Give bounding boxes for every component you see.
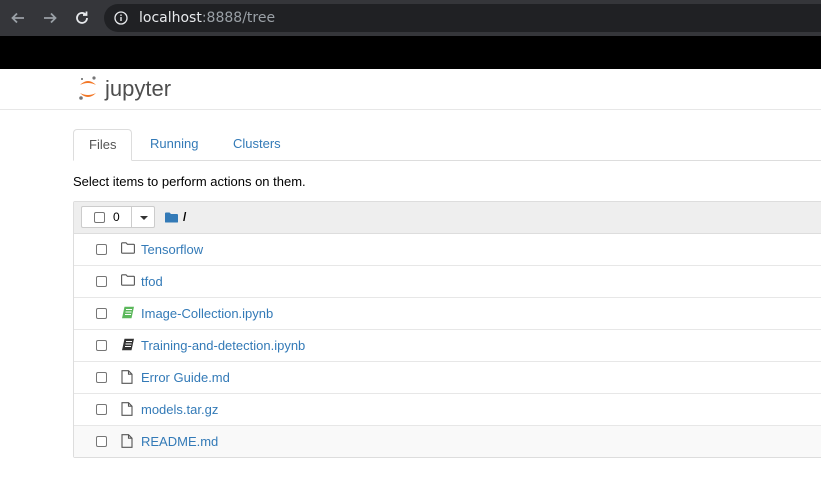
file-name-link[interactable]: Image-Collection.ipynb [141, 306, 273, 321]
file-icon [121, 370, 133, 387]
back-button[interactable] [8, 8, 28, 28]
row-checkbox[interactable] [96, 308, 107, 319]
list-item[interactable]: Training-and-detection.ipynb [74, 330, 821, 362]
url-path: :8888/tree [201, 10, 276, 26]
url-text: localhost:8888/tree [139, 10, 275, 26]
list-item[interactable]: tfod [74, 266, 821, 298]
jupyter-logo-icon [79, 76, 96, 100]
list-item[interactable]: README.md [74, 426, 821, 457]
list-item[interactable]: Error Guide.md [74, 362, 821, 394]
caret-down-icon[interactable] [140, 216, 148, 220]
row-checkbox[interactable] [96, 372, 107, 383]
reload-button[interactable] [72, 8, 92, 28]
file-name-link[interactable]: Training-and-detection.ipynb [141, 338, 305, 353]
folder-icon [121, 274, 135, 289]
row-checkbox[interactable] [96, 340, 107, 351]
tab-bar: Files Running Clusters [73, 129, 821, 161]
address-bar[interactable]: localhost:8888/tree [104, 4, 821, 32]
notebook-icon [121, 338, 135, 354]
file-icon [121, 434, 133, 451]
select-all-checkbox[interactable] [94, 212, 105, 223]
folder-icon [165, 212, 178, 222]
selected-count: 0 [113, 210, 120, 224]
list-item[interactable]: Image-Collection.ipynb [74, 298, 821, 330]
jupyter-logo-text: jupyter [104, 76, 171, 101]
breadcrumb-root[interactable]: / [183, 210, 186, 224]
forward-button[interactable] [40, 8, 60, 28]
file-name-link[interactable]: Error Guide.md [141, 370, 230, 385]
file-list-header: 0 / [74, 202, 821, 234]
jupyter-header: jupyter [0, 69, 821, 110]
file-name-link[interactable]: README.md [141, 434, 218, 449]
row-checkbox[interactable] [96, 404, 107, 415]
url-host: localhost [139, 10, 202, 26]
row-checkbox[interactable] [96, 244, 107, 255]
list-item[interactable]: Tensorflow [74, 234, 821, 266]
file-list: 0 / Tensorflow tfod Image-Collection.ipy… [73, 201, 821, 458]
site-info-icon[interactable] [114, 11, 128, 28]
tab-clusters[interactable]: Clusters [218, 129, 296, 159]
arrow-right-icon [44, 12, 57, 24]
page-top-strip [0, 36, 821, 69]
folder-icon [121, 242, 135, 257]
tab-running[interactable]: Running [135, 129, 213, 159]
row-checkbox[interactable] [96, 436, 107, 447]
arrow-left-icon [11, 12, 24, 24]
jupyter-logo[interactable]: jupyter [77, 72, 187, 109]
selection-hint: Select items to perform actions on them. [73, 174, 306, 189]
divider [131, 207, 132, 227]
file-name-link[interactable]: Tensorflow [141, 242, 203, 257]
browser-toolbar: localhost:8888/tree [0, 0, 821, 36]
reload-icon [76, 11, 88, 24]
tab-files[interactable]: Files [73, 129, 133, 161]
file-name-link[interactable]: tfod [141, 274, 163, 289]
file-icon [121, 402, 133, 419]
list-item[interactable]: models.tar.gz [74, 394, 821, 426]
breadcrumb[interactable]: / [165, 210, 186, 224]
file-name-link[interactable]: models.tar.gz [141, 402, 218, 417]
row-checkbox[interactable] [96, 276, 107, 287]
select-all-dropdown[interactable]: 0 [81, 206, 155, 228]
notebook-running-icon [121, 306, 135, 322]
